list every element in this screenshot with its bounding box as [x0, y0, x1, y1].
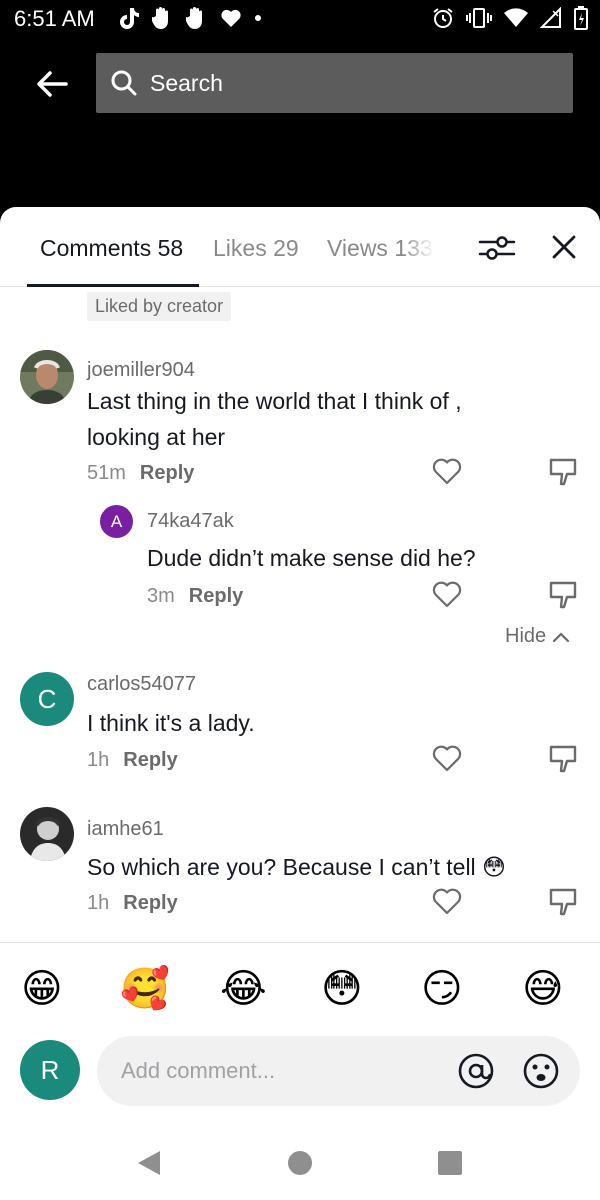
nav-home-icon[interactable] [288, 1151, 312, 1175]
mention-icon[interactable] [457, 1052, 495, 1090]
emoji-button[interactable]: 😂 [220, 963, 267, 1015]
tab-bar: Comments 58 Likes 29 Views 133 [0, 207, 600, 287]
hand-icon [152, 7, 168, 29]
comment-time: 51m [87, 462, 126, 484]
close-icon[interactable] [550, 233, 578, 261]
dot-icon [255, 15, 261, 21]
tiktok-icon [120, 8, 139, 29]
emoji-quick-bar: 😁 🥰 😂 😳 😏 😅 [0, 963, 600, 1015]
avatar[interactable] [20, 350, 74, 404]
comment-username[interactable]: iamhe61 [87, 818, 164, 841]
dislike-icon[interactable] [548, 580, 578, 610]
signal-icon [540, 7, 561, 28]
tab-comments[interactable]: Comments 58 [40, 235, 183, 262]
hand-icon [186, 7, 202, 29]
emoji-button[interactable]: 😅 [522, 963, 564, 1015]
active-tab-indicator [27, 284, 199, 287]
emoji-button[interactable]: 😏 [421, 963, 463, 1015]
battery-icon [574, 6, 588, 30]
filter-icon[interactable] [478, 233, 516, 263]
nav-back-icon[interactable] [136, 1149, 162, 1177]
comment-text: So which are you? Because I can’t tell 😳 [87, 854, 507, 880]
chevron-up-icon [553, 631, 570, 642]
comment-text: I think it's a lady. [87, 710, 255, 736]
dislike-icon[interactable] [548, 887, 578, 917]
avatar[interactable]: R [20, 1040, 80, 1100]
heart-icon[interactable] [431, 579, 463, 609]
status-bar: 6:51 AM [0, 0, 600, 40]
reply-button[interactable]: Reply [123, 749, 177, 772]
reply-button[interactable]: Reply [123, 892, 177, 915]
reply-button[interactable]: Reply [140, 462, 194, 485]
avatar[interactable]: A [100, 505, 133, 538]
system-nav-bar [0, 1137, 600, 1200]
comment-text: looking at her [87, 424, 226, 450]
divider [0, 942, 600, 943]
search-placeholder: Search [150, 69, 223, 96]
heart-icon[interactable] [431, 743, 463, 773]
comment-username[interactable]: 74ka47ak [147, 510, 234, 533]
back-arrow-icon[interactable] [34, 66, 70, 102]
hide-replies-button[interactable]: Hide [505, 625, 570, 648]
heart-icon[interactable] [431, 886, 463, 916]
comment-username[interactable]: carlos54077 [87, 673, 196, 696]
comment-username[interactable]: joemiller904 [87, 359, 195, 382]
reply-button[interactable]: Reply [189, 585, 243, 608]
avatar[interactable] [20, 807, 74, 861]
status-time: 6:51 AM [14, 6, 95, 31]
user-photo-icon [20, 807, 74, 861]
emoji-picker-icon[interactable] [522, 1052, 560, 1090]
dislike-icon[interactable] [548, 457, 578, 487]
alarm-icon [433, 8, 453, 28]
hide-label: Hide [505, 625, 547, 647]
user-photo-icon [20, 350, 74, 404]
comments-sheet: Comments 58 Likes 29 Views 133 Liked by … [0, 207, 600, 1200]
tab-views[interactable]: Views 133 [327, 235, 435, 262]
comment-input-placeholder: Add comment... [121, 1058, 276, 1083]
comment-input[interactable]: Add comment... [97, 1036, 580, 1106]
comment-text: Last thing in the world that I think of … [87, 388, 462, 414]
liked-by-creator-badge: Liked by creator [87, 292, 232, 321]
comment-text: Dude didn’t make sense did he? [147, 545, 476, 571]
emoji-button[interactable]: 😁 [21, 963, 63, 1015]
comment-time: 1h [87, 749, 110, 771]
wifi-icon [504, 8, 528, 27]
heart-icon [221, 9, 241, 28]
vibrate-icon [466, 8, 492, 28]
emoji-button[interactable]: 🥰 [120, 963, 170, 1015]
tab-likes[interactable]: Likes 29 [213, 235, 299, 262]
dislike-icon[interactable] [548, 744, 578, 774]
comment-time: 3m [147, 585, 175, 607]
search-icon [111, 70, 137, 96]
emoji-button[interactable]: 😳 [321, 963, 363, 1015]
heart-icon[interactable] [431, 456, 463, 486]
comment-time: 1h [87, 892, 110, 914]
avatar[interactable]: C [20, 672, 74, 726]
search-input[interactable]: Search [96, 53, 573, 113]
nav-recents-icon[interactable] [438, 1151, 462, 1175]
